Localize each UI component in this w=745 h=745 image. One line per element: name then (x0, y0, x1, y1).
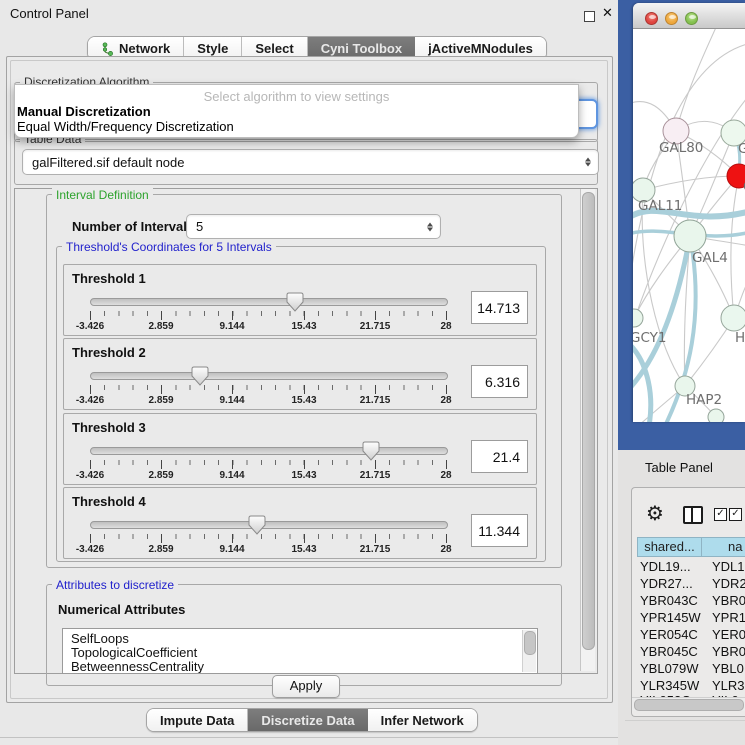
list-item[interactable]: SelfLoops (71, 631, 129, 646)
node-label-partial-ga: GA (738, 141, 745, 157)
network-icon (101, 42, 114, 56)
node-gcy1[interactable] (633, 309, 643, 327)
threshold-3-slider[interactable] (90, 447, 448, 455)
attributes-group-title: Attributes to discretize (52, 578, 178, 592)
slider-ticks (90, 534, 447, 539)
network-window: GAL80 GA C GAL11 GAL4 GCY1 H HAP2 (633, 3, 745, 422)
table-panel-title: Table Panel (645, 460, 713, 475)
slider-ticks (90, 385, 447, 390)
combo-stepper-icon (427, 222, 433, 231)
settings-scrollbar[interactable] (580, 189, 595, 671)
threshold-1-value-field[interactable]: 14.713 (471, 291, 528, 324)
table-row[interactable]: YER054CYER0 (637, 626, 745, 643)
float-window-icon[interactable] (584, 11, 595, 22)
node-label-h: H (735, 330, 745, 346)
threshold-4-slider[interactable] (90, 521, 448, 529)
column-chooser-icon[interactable] (683, 506, 703, 524)
algorithm-popup-prompt: Select algorithm to view settings (15, 89, 578, 104)
table-row[interactable]: YBL079WYBL0 (637, 660, 745, 677)
column-header-shared-name[interactable]: shared... (637, 537, 701, 557)
table-row[interactable]: YBR043CYBR0 (637, 592, 745, 609)
node-bottom-partial[interactable] (708, 409, 724, 422)
gear-icon[interactable]: ⚙ (646, 501, 664, 525)
threshold-3-value-field[interactable]: 21.4 (471, 440, 528, 473)
table-header-row: shared... na (637, 537, 745, 557)
table-row[interactable]: YPR145WYPR1 (637, 609, 745, 626)
threshold-4-value-field[interactable]: 11.344 (471, 514, 528, 547)
node-label-hap2: HAP2 (686, 392, 722, 408)
slider-ticks (90, 460, 447, 465)
list-item[interactable]: BetweennessCentrality (71, 659, 204, 674)
number-of-intervals-value: 5 (196, 219, 203, 234)
checkbox-icon[interactable]: ✓ (729, 508, 742, 521)
thresholds-group-title: Threshold's Coordinates for 5 Intervals (62, 240, 276, 254)
tab-network-label: Network (119, 41, 170, 56)
threshold-4-label: Threshold 4 (72, 494, 146, 509)
minimize-traffic-light[interactable] (665, 12, 678, 25)
number-of-intervals-label: Number of Intervals (72, 219, 194, 234)
numerical-attributes-list: SelfLoops TopologicalCoefficient Between… (62, 628, 538, 674)
apply-button[interactable]: Apply (272, 675, 340, 698)
table-data-combobox[interactable]: galFiltered.sif default node (22, 149, 599, 175)
column-header-name[interactable]: na (701, 537, 745, 557)
threshold-2-value-field[interactable]: 6.316 (471, 365, 528, 398)
numerical-attributes-label: Numerical Attributes (58, 602, 185, 617)
attributes-scrollbar[interactable] (522, 630, 536, 672)
threshold-3-label: Threshold 3 (72, 420, 146, 435)
threshold-4-panel: Threshold 4 -3.426 2.859 9.144 15.43 21.… (63, 487, 537, 559)
threshold-1-slider-thumb[interactable] (286, 292, 304, 312)
node-label-gcy1: GCY1 (633, 330, 667, 346)
algorithm-popup: Select algorithm to view settings Manual… (14, 84, 579, 138)
list-item[interactable]: TopologicalCoefficient (71, 645, 197, 660)
threshold-3-slider-thumb[interactable] (362, 441, 380, 461)
node-h[interactable] (721, 305, 745, 331)
zoom-traffic-light[interactable] (685, 12, 698, 25)
table-row[interactable]: YBR045CYBR0 (637, 643, 745, 660)
threshold-2-slider-thumb[interactable] (191, 366, 209, 386)
close-traffic-light[interactable] (645, 12, 658, 25)
settings-scrollbar-thumb[interactable] (582, 192, 595, 650)
table-row[interactable]: YDR27...YDR2 (637, 575, 745, 592)
slider-ticks (90, 311, 447, 316)
attributes-scrollbar-thumb[interactable] (524, 631, 536, 655)
combo-stepper-icon (585, 158, 591, 167)
threshold-1-panel: Threshold 1 -3.426 2.859 9.144 15.43 21.… (63, 264, 537, 336)
close-icon[interactable]: ✕ (602, 5, 613, 21)
bottom-tab-bar: Impute Data Discretize Data Infer Networ… (146, 708, 478, 732)
threshold-4-slider-thumb[interactable] (248, 515, 266, 535)
checkbox-icon[interactable]: ✓ (714, 508, 727, 521)
table-horizontal-scrollbar[interactable] (632, 697, 745, 711)
threshold-3-panel: Threshold 3 -3.426 2.859 9.144 15.43 21.… (63, 413, 537, 485)
table-row[interactable]: YDL19...YDL1 (637, 558, 745, 575)
threshold-2-label: Threshold 2 (72, 345, 146, 360)
interval-definition-group-title: Interval Definition (52, 188, 153, 202)
tab-impute-data[interactable]: Impute Data (147, 709, 248, 731)
node-label-gal4: GAL4 (692, 250, 728, 266)
threshold-1-slider[interactable] (90, 298, 448, 306)
table-panel-groove (625, 720, 745, 721)
table-horizontal-scrollbar-thumb[interactable] (634, 699, 744, 711)
popup-item-equal-width-frequency[interactable]: Equal Width/Frequency Discretization (17, 119, 234, 134)
node-label-gal11: GAL11 (638, 198, 682, 214)
network-canvas[interactable]: GAL80 GA C GAL11 GAL4 GCY1 H HAP2 (633, 28, 745, 422)
threshold-2-slider[interactable] (90, 372, 448, 380)
control-panel-bottom-edge (0, 737, 618, 738)
tab-infer-network[interactable]: Infer Network (368, 709, 477, 731)
number-of-intervals-combobox[interactable]: 5 (186, 214, 441, 239)
tab-discretize-data[interactable]: Discretize Data (248, 709, 367, 731)
threshold-2-panel: Threshold 2 -3.426 2.859 9.144 15.43 21.… (63, 338, 537, 410)
node-label-gal80: GAL80 (659, 140, 703, 156)
threshold-1-label: Threshold 1 (72, 271, 146, 286)
popup-item-manual-discretization[interactable]: Manual Discretization (17, 104, 151, 119)
table-data-selected: galFiltered.sif default node (32, 155, 184, 170)
window-title: Control Panel (10, 6, 89, 21)
node-gal4[interactable] (674, 220, 706, 252)
